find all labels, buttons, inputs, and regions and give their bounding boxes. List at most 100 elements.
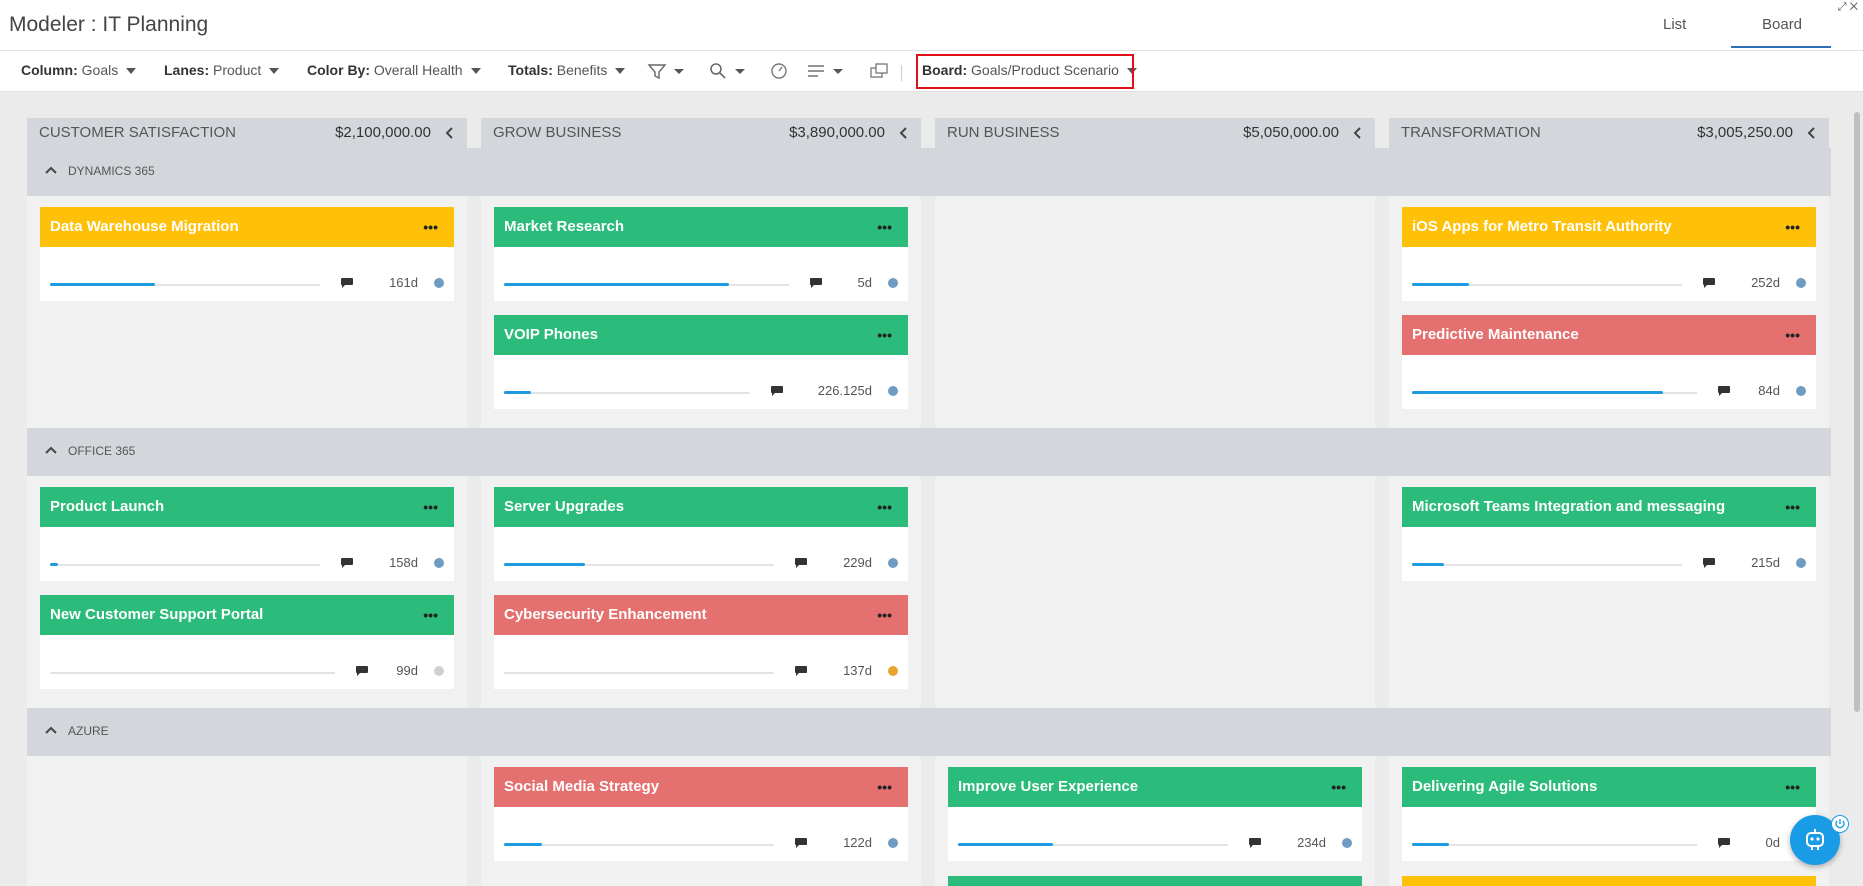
more-options-icon[interactable]: ••• [423, 607, 438, 623]
comment-icon[interactable] [355, 665, 369, 677]
work-card[interactable]: Microsoft Teams Integration and messagin… [1402, 487, 1816, 581]
tab-list[interactable]: List [1663, 16, 1686, 33]
column-dropdown[interactable]: Column: Goals [21, 62, 137, 78]
comment-icon[interactable] [1702, 277, 1716, 289]
more-options-icon[interactable]: ••• [1785, 219, 1800, 235]
more-options-icon[interactable]: ••• [877, 779, 892, 795]
card-title[interactable]: Cybersecurity Enhancement [504, 606, 707, 623]
column-total: $2,100,000.00 [335, 124, 431, 141]
more-options-icon[interactable]: ••• [877, 219, 892, 235]
comment-icon[interactable] [340, 557, 354, 569]
scrollbar-thumb[interactable] [1854, 112, 1860, 712]
swimlane-header[interactable]: AZURE [27, 708, 1831, 756]
chevron-left-icon[interactable] [443, 126, 457, 140]
chevron-left-icon[interactable] [1805, 126, 1819, 140]
lanes-dropdown[interactable]: Lanes: Product [164, 62, 280, 78]
card-header[interactable]: Improve User Experience ••• [948, 767, 1362, 807]
card-title[interactable]: Microsoft Teams Integration and messagin… [1412, 498, 1725, 515]
more-options-icon[interactable]: ••• [1785, 327, 1800, 343]
work-card[interactable]: Server Upgrades ••• 229d [494, 487, 908, 581]
comment-icon[interactable] [1717, 837, 1731, 849]
work-card[interactable]: Social Media Strategy ••• 122d [494, 767, 908, 861]
card-header[interactable]: Predictive Maintenance ••• [1402, 315, 1816, 355]
gauge-button[interactable] [770, 60, 790, 82]
more-options-icon[interactable]: ••• [423, 499, 438, 515]
swimlane-header[interactable]: OFFICE 365 [27, 428, 1831, 476]
work-card[interactable]: Market Research ••• 5d [494, 207, 908, 301]
expand-icon[interactable]: ⤢ [1838, 1, 1850, 13]
chevron-left-icon[interactable] [897, 126, 911, 140]
card-title[interactable]: Improve User Experience [958, 778, 1138, 795]
card-peek[interactable] [1402, 876, 1816, 886]
work-card[interactable]: Product Launch ••• 158d [40, 487, 454, 581]
card-title[interactable]: VOIP Phones [504, 326, 598, 343]
comment-icon[interactable] [809, 277, 823, 289]
work-card[interactable]: Delivering Agile Solutions ••• 0d [1402, 767, 1816, 861]
comment-icon[interactable] [770, 385, 784, 397]
card-header[interactable]: VOIP Phones ••• [494, 315, 908, 355]
comment-icon[interactable] [1248, 837, 1262, 849]
card-header[interactable]: Server Upgrades ••• [494, 487, 908, 527]
card-title[interactable]: Market Research [504, 218, 624, 235]
more-options-icon[interactable]: ••• [1785, 499, 1800, 515]
card-header[interactable]: Social Media Strategy ••• [494, 767, 908, 807]
swimlane-header[interactable]: DYNAMICS 365 [27, 148, 1831, 196]
tab-board[interactable]: Board [1762, 16, 1802, 33]
filter-dropdown[interactable] [647, 60, 687, 82]
gauge-icon [771, 63, 787, 79]
work-card[interactable]: Improve User Experience ••• 234d [948, 767, 1362, 861]
card-peek[interactable] [948, 876, 1362, 886]
card-title[interactable]: New Customer Support Portal [50, 606, 263, 623]
chevron-up-icon[interactable] [44, 724, 58, 736]
card-title[interactable]: Server Upgrades [504, 498, 624, 515]
comment-icon[interactable] [340, 277, 354, 289]
progress-bar [504, 672, 774, 674]
power-badge[interactable] [1831, 815, 1849, 833]
card-title[interactable]: Predictive Maintenance [1412, 326, 1579, 343]
totals-dropdown[interactable]: Totals: Benefits [508, 62, 626, 78]
export-button[interactable] [869, 60, 889, 82]
work-card[interactable]: Data Warehouse Migration ••• 161d [40, 207, 454, 301]
work-card[interactable]: New Customer Support Portal ••• 99d [40, 595, 454, 689]
color-by-dropdown[interactable]: Color By: Overall Health [307, 62, 481, 78]
sort-dropdown[interactable] [806, 60, 846, 82]
more-options-icon[interactable]: ••• [877, 499, 892, 515]
column-label: Column: [21, 62, 78, 78]
card-title[interactable]: Data Warehouse Migration [50, 218, 239, 235]
scrollbar[interactable] [1852, 92, 1863, 732]
work-card[interactable]: iOS Apps for Metro Transit Authority ••• 2… [1402, 207, 1816, 301]
swimlane-label: AZURE [68, 724, 109, 738]
card-header[interactable]: Microsoft Teams Integration and messagin… [1402, 487, 1816, 527]
chevron-up-icon[interactable] [44, 444, 58, 456]
more-options-icon[interactable]: ••• [423, 219, 438, 235]
card-header[interactable]: Market Research ••• [494, 207, 908, 247]
more-options-icon[interactable]: ••• [877, 607, 892, 623]
card-header[interactable]: iOS Apps for Metro Transit Authority ••• [1402, 207, 1816, 247]
comment-icon[interactable] [794, 557, 808, 569]
comment-icon[interactable] [794, 665, 808, 677]
more-options-icon[interactable]: ••• [1785, 779, 1800, 795]
window-controls[interactable]: ⤢✕ [1838, 1, 1861, 14]
card-title[interactable]: Social Media Strategy [504, 778, 659, 795]
progress-bar [958, 843, 1228, 846]
card-header[interactable]: Cybersecurity Enhancement ••• [494, 595, 908, 635]
comment-icon[interactable] [1717, 385, 1731, 397]
card-header[interactable]: New Customer Support Portal ••• [40, 595, 454, 635]
comment-icon[interactable] [1702, 557, 1716, 569]
card-header[interactable]: Delivering Agile Solutions ••• [1402, 767, 1816, 807]
more-options-icon[interactable]: ••• [877, 327, 892, 343]
chevron-left-icon[interactable] [1351, 126, 1365, 140]
card-title[interactable]: iOS Apps for Metro Transit Authority [1412, 218, 1672, 235]
card-title[interactable]: Product Launch [50, 498, 164, 515]
comment-icon[interactable] [794, 837, 808, 849]
card-header[interactable]: Data Warehouse Migration ••• [40, 207, 454, 247]
work-card[interactable]: VOIP Phones ••• 226.125d [494, 315, 908, 409]
work-card[interactable]: Predictive Maintenance ••• 84d [1402, 315, 1816, 409]
more-options-icon[interactable]: ••• [1331, 779, 1346, 795]
close-icon[interactable]: ✕ [1850, 1, 1861, 13]
card-header[interactable]: Product Launch ••• [40, 487, 454, 527]
chevron-up-icon[interactable] [44, 164, 58, 176]
work-card[interactable]: Cybersecurity Enhancement ••• 137d [494, 595, 908, 689]
search-dropdown[interactable] [708, 60, 748, 82]
card-title[interactable]: Delivering Agile Solutions [1412, 778, 1597, 795]
